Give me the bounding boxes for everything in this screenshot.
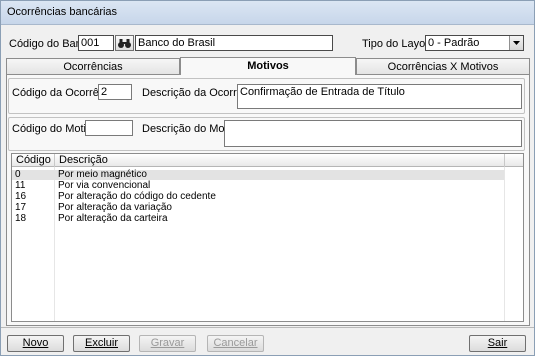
reason-code-field[interactable] xyxy=(85,120,133,136)
row-code: 11 xyxy=(15,180,26,191)
exit-button[interactable]: Sair xyxy=(469,335,526,352)
tab-ocorrencias[interactable]: Ocorrências xyxy=(6,58,180,74)
save-button[interactable]: Gravar xyxy=(139,335,196,352)
column-header-description[interactable]: Descrição xyxy=(55,154,505,167)
row-description: Por alteração da variação xyxy=(58,202,172,213)
layout-select[interactable]: 0 - Padrão xyxy=(425,35,524,51)
button-bar: Novo Excluir Gravar Cancelar Sair xyxy=(1,327,534,355)
delete-button[interactable]: Excluir xyxy=(73,335,130,352)
row-description: Por via convencional xyxy=(58,180,151,191)
table-row[interactable]: 11 Por via convencional xyxy=(12,181,504,191)
search-bank-button[interactable] xyxy=(115,35,134,51)
reason-desc-field[interactable] xyxy=(224,120,522,147)
new-button[interactable]: Novo xyxy=(7,335,64,352)
occurrence-desc-field[interactable]: Confirmação de Entrada de Título xyxy=(237,84,522,109)
row-code: 17 xyxy=(15,202,27,213)
row-code: 0 xyxy=(15,169,21,180)
bank-code-field[interactable]: 001 xyxy=(78,35,114,51)
tab-strip: Ocorrências Motivos Ocorrências X Motivo… xyxy=(6,57,530,75)
table-row[interactable]: 18 Por alteração da carteira xyxy=(12,214,504,224)
binoculars-icon xyxy=(118,39,131,48)
occurrence-code-field[interactable]: 2 xyxy=(98,84,132,100)
layout-value: 0 - Padrão xyxy=(428,37,480,49)
table-row[interactable]: 16 Por alteração do código do cedente xyxy=(12,192,504,202)
column-header-code[interactable]: Código xyxy=(12,154,55,167)
row-description: Por alteração do código do cedente xyxy=(58,191,216,202)
table-row[interactable]: 17 Por alteração da variação xyxy=(12,203,504,213)
chevron-down-icon[interactable] xyxy=(509,36,523,50)
tab-motivos[interactable]: Motivos xyxy=(180,57,356,75)
row-code: 18 xyxy=(15,213,27,224)
row-description: Por meio magnético xyxy=(58,169,147,180)
row-code: 16 xyxy=(15,191,27,202)
cancel-button[interactable]: Cancelar xyxy=(207,335,264,352)
reasons-table[interactable]: Código Descrição 0 Por meio magnético 11… xyxy=(11,153,524,322)
row-description: Por alteração da carteira xyxy=(58,213,168,224)
table-row[interactable]: 0 Por meio magnético xyxy=(12,170,504,180)
tab-ocorrencias-x-motivos[interactable]: Ocorrências X Motivos xyxy=(356,58,530,74)
window: Ocorrências bancárias Código do Banco: 0… xyxy=(0,0,535,356)
bank-name-field[interactable]: Banco do Brasil xyxy=(135,35,333,51)
window-title: Ocorrências bancárias xyxy=(1,1,534,25)
table-header: Código Descrição xyxy=(12,154,523,167)
column-divider xyxy=(504,167,505,321)
